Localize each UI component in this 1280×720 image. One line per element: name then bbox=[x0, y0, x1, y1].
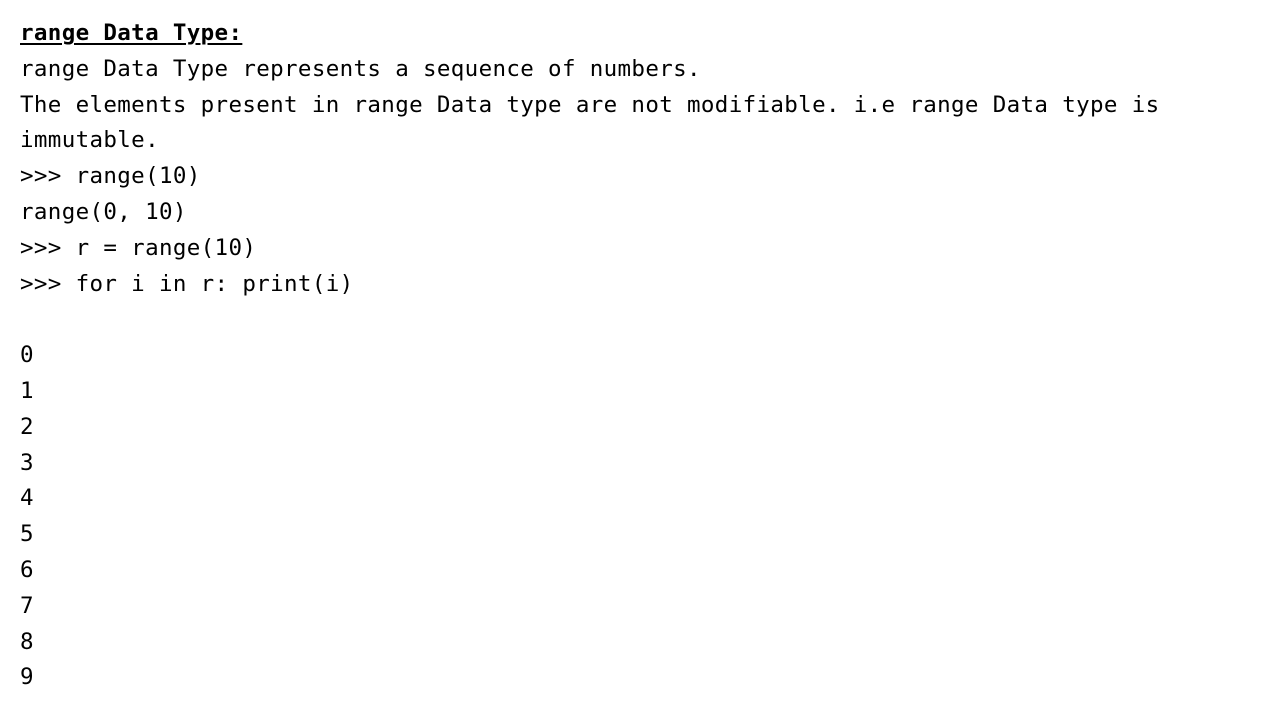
description-line: The elements present in range Data type … bbox=[20, 91, 1160, 154]
code-line: >>> r = range(10) bbox=[20, 234, 257, 261]
code-output-line: range(0, 10) bbox=[20, 198, 187, 225]
output-line: 6 bbox=[20, 556, 34, 583]
output-line: 5 bbox=[20, 521, 34, 548]
code-line: >>> range(10) bbox=[20, 163, 201, 190]
output-line: 0 bbox=[20, 342, 34, 369]
output-line: 4 bbox=[20, 485, 34, 512]
output-line: 3 bbox=[20, 449, 34, 476]
section-heading: range Data Type: bbox=[20, 20, 243, 46]
output-line: 8 bbox=[20, 628, 34, 655]
code-line: >>> for i in r: print(i) bbox=[20, 270, 354, 297]
output-line: 9 bbox=[20, 664, 34, 691]
output-line: 1 bbox=[20, 377, 34, 404]
document-body: range Data Type: range Data Type represe… bbox=[20, 16, 1260, 696]
output-line: 2 bbox=[20, 413, 34, 440]
output-line: 7 bbox=[20, 592, 34, 619]
description-line: range Data Type represents a sequence of… bbox=[20, 55, 701, 82]
